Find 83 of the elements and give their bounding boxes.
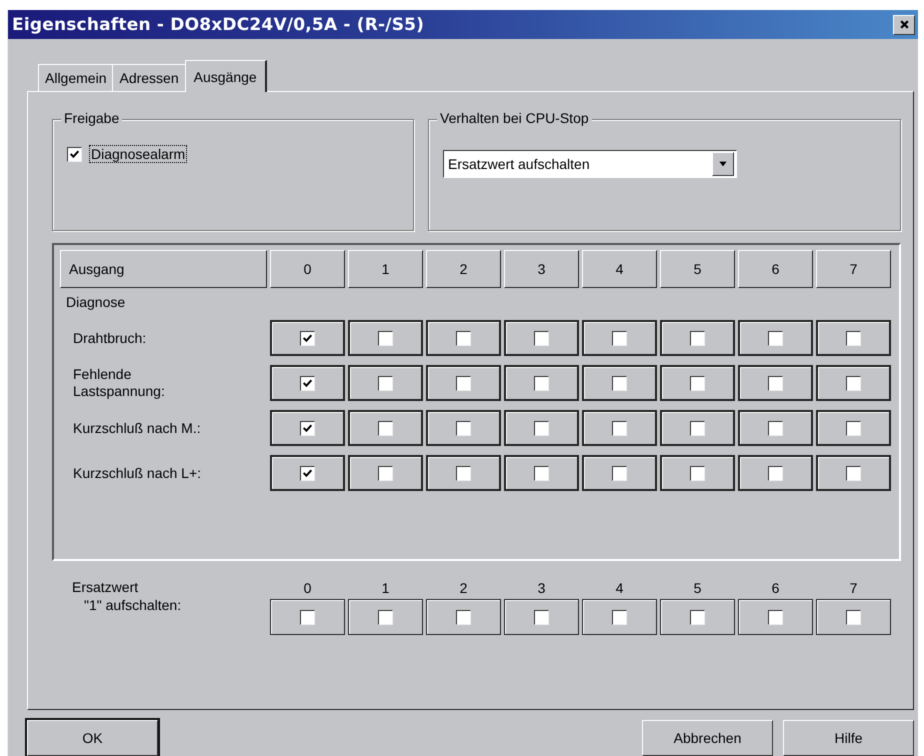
row-label: Kurzschluß nach M.: bbox=[72, 418, 202, 438]
checkbox[interactable] bbox=[768, 610, 783, 625]
button[interactable]: Abbrechen bbox=[642, 720, 773, 756]
tab[interactable]: Allgemein bbox=[38, 64, 114, 92]
column-header: 2 bbox=[460, 579, 468, 598]
checkbox[interactable] bbox=[612, 330, 627, 346]
checkbox[interactable] bbox=[378, 330, 393, 346]
checkbox[interactable] bbox=[846, 610, 861, 625]
tab[interactable]: Ausgänge bbox=[184, 60, 267, 92]
checkbox[interactable] bbox=[300, 420, 315, 436]
checkbox[interactable] bbox=[846, 466, 861, 481]
checkbox[interactable] bbox=[300, 330, 315, 346]
checkbox[interactable] bbox=[534, 420, 549, 436]
column-header: 6 bbox=[772, 579, 780, 598]
row-label: Fehlende Lastspannung: bbox=[72, 365, 166, 402]
group-title: Freigabe bbox=[61, 110, 122, 126]
checkbox[interactable] bbox=[300, 376, 315, 391]
column-header: 3 bbox=[538, 579, 546, 598]
checkbox[interactable] bbox=[690, 376, 705, 391]
column-header: 3 bbox=[504, 250, 579, 288]
column-header: 1 bbox=[382, 579, 390, 598]
checkbox[interactable] bbox=[846, 376, 861, 391]
checkbox[interactable] bbox=[768, 420, 783, 436]
checkmark-icon bbox=[302, 422, 313, 434]
checkbox[interactable] bbox=[690, 420, 705, 436]
checkbox[interactable] bbox=[690, 610, 705, 625]
row-label: Drahtbruch: bbox=[72, 328, 148, 348]
checkbox[interactable] bbox=[456, 376, 471, 391]
column-header: Ausgang bbox=[60, 250, 267, 288]
column-header: 4 bbox=[582, 250, 657, 288]
column-header: 7 bbox=[816, 250, 891, 288]
checkbox[interactable] bbox=[456, 330, 471, 346]
column-header: 0 bbox=[304, 579, 312, 598]
checkmark-icon bbox=[302, 378, 313, 389]
group-title: Verhalten bei CPU-Stop bbox=[437, 110, 592, 126]
column-header: 0 bbox=[270, 250, 345, 288]
checkbox[interactable] bbox=[768, 466, 783, 481]
row-label: Ersatzwert bbox=[72, 579, 140, 596]
checkbox[interactable] bbox=[456, 466, 471, 481]
checkbox[interactable] bbox=[690, 466, 705, 481]
checkbox[interactable] bbox=[690, 330, 705, 346]
checkbox[interactable] bbox=[534, 376, 549, 391]
checkbox-label[interactable]: Diagnosealarm bbox=[90, 146, 186, 162]
checkbox[interactable] bbox=[378, 420, 393, 436]
checkmark-icon bbox=[69, 148, 80, 160]
checkbox[interactable] bbox=[534, 330, 549, 346]
column-header: 5 bbox=[694, 579, 702, 598]
checkbox[interactable] bbox=[768, 330, 783, 346]
checkbox[interactable] bbox=[456, 610, 471, 625]
checkbox[interactable] bbox=[67, 146, 82, 162]
column-header: 1 bbox=[348, 250, 423, 288]
column-header: 4 bbox=[616, 579, 624, 598]
button[interactable]: Hilfe bbox=[783, 720, 914, 756]
column-header: 5 bbox=[660, 250, 735, 288]
checkbox[interactable] bbox=[534, 466, 549, 481]
checkmark-icon bbox=[302, 332, 313, 344]
checkbox[interactable] bbox=[300, 466, 315, 481]
checkbox[interactable] bbox=[456, 420, 471, 436]
checkbox[interactable] bbox=[612, 376, 627, 391]
checkbox[interactable] bbox=[768, 376, 783, 391]
section-label: Diagnose bbox=[65, 293, 126, 312]
column-header: 7 bbox=[850, 579, 858, 598]
checkbox[interactable] bbox=[300, 610, 315, 625]
checkbox[interactable] bbox=[612, 420, 627, 436]
checkbox[interactable] bbox=[846, 330, 861, 346]
checkbox[interactable] bbox=[378, 376, 393, 391]
checkbox[interactable] bbox=[378, 610, 393, 625]
row-label: "1" aufschalten: bbox=[83, 597, 182, 614]
tab[interactable]: Adressen bbox=[112, 64, 186, 92]
checkbox[interactable] bbox=[612, 610, 627, 625]
window-title: Eigenschaften - DO8xDC24V/0,5A - (R-/S5) bbox=[12, 14, 424, 35]
button[interactable]: OK bbox=[27, 720, 158, 756]
checkbox[interactable] bbox=[612, 466, 627, 481]
checkbox[interactable] bbox=[378, 466, 393, 481]
column-header: 2 bbox=[426, 250, 501, 288]
close-icon[interactable] bbox=[898, 19, 910, 30]
checkbox[interactable] bbox=[534, 610, 549, 625]
dropdown[interactable]: Ersatzwert aufschalten bbox=[443, 150, 737, 178]
row-label: Kurzschluß nach L+: bbox=[72, 464, 202, 483]
column-header: 6 bbox=[738, 250, 813, 288]
checkmark-icon bbox=[302, 468, 313, 479]
checkbox[interactable] bbox=[846, 420, 861, 436]
close-button[interactable] bbox=[893, 14, 915, 35]
